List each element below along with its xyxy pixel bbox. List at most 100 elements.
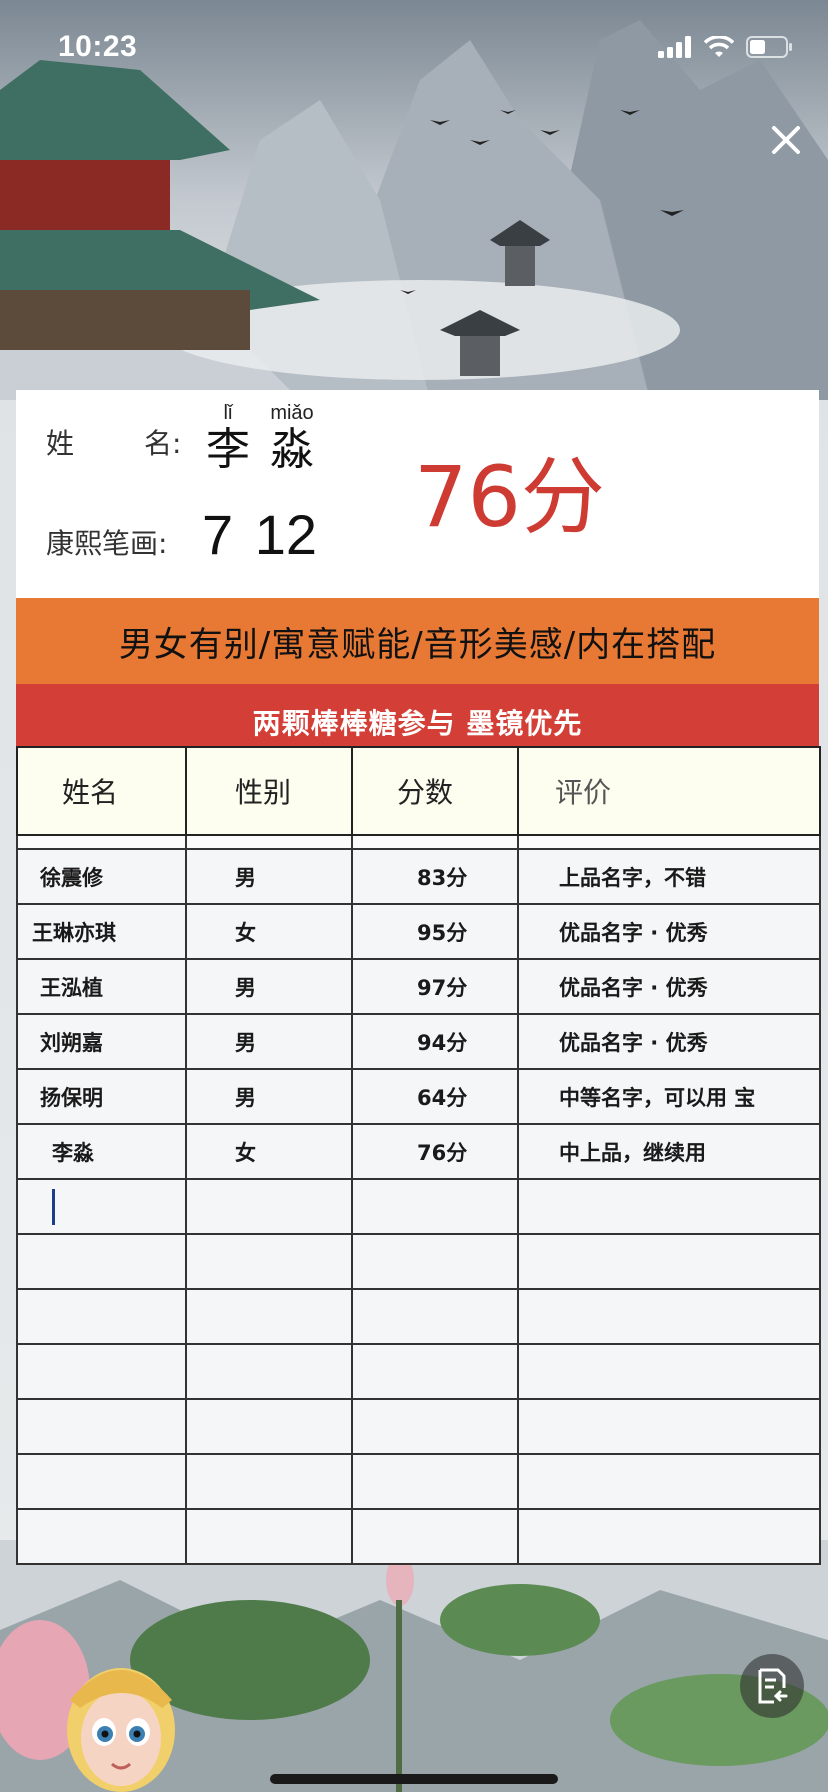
- cell-evaluation[interactable]: [517, 1508, 821, 1565]
- battery-icon: [746, 36, 792, 58]
- cell-evaluation[interactable]: [517, 1343, 821, 1400]
- cell-gender[interactable]: 男: [185, 1013, 353, 1070]
- cell-name[interactable]: 李淼: [16, 1123, 187, 1180]
- cell-gender[interactable]: 女: [185, 903, 353, 960]
- home-indicator[interactable]: [270, 1774, 558, 1784]
- hanzi: 淼: [270, 424, 314, 475]
- cell-name-editing[interactable]: [16, 1178, 187, 1235]
- cell-evaluation[interactable]: 中上品，继续用: [517, 1123, 821, 1180]
- cell-score[interactable]: [351, 1343, 519, 1400]
- header-evaluation: 评价: [517, 746, 821, 836]
- name-label-part1: 姓: [46, 427, 75, 460]
- table-row[interactable]: 王泓植 男 97分 优品名字 · 优秀: [16, 958, 821, 1015]
- table-row[interactable]: 扬保明 男 64分 中等名字，可以用 宝: [16, 1068, 821, 1125]
- table-row[interactable]: [16, 1343, 821, 1400]
- cell-score[interactable]: [351, 1453, 519, 1510]
- cell-score[interactable]: 64分: [351, 1068, 519, 1125]
- cell-name[interactable]: [16, 1453, 187, 1510]
- table-row[interactable]: [16, 1508, 821, 1565]
- cell-name[interactable]: [16, 1288, 187, 1345]
- cell-score[interactable]: [351, 1508, 519, 1565]
- cell-name[interactable]: 王泓植: [16, 958, 187, 1015]
- wifi-icon: [704, 36, 734, 57]
- name-label-part2: 名:: [144, 427, 182, 460]
- header-gender: 性别: [185, 746, 353, 836]
- table-row-editing[interactable]: [16, 1178, 821, 1235]
- status-time: 10:23: [58, 30, 138, 63]
- cell-evaluation[interactable]: 优品名字 · 优秀: [517, 958, 821, 1015]
- signal-icon: [658, 36, 691, 58]
- cell-name[interactable]: [16, 1508, 187, 1565]
- table-row[interactable]: [16, 1233, 821, 1290]
- document-button[interactable]: [740, 1654, 804, 1718]
- cell-evaluation[interactable]: [517, 1398, 821, 1455]
- cell-evaluation[interactable]: [517, 1453, 821, 1510]
- table-header-row: 姓名 性别 分数 评价: [16, 746, 821, 836]
- cell-gender[interactable]: [185, 1343, 353, 1400]
- text-cursor: [52, 1188, 55, 1225]
- cell-evaluation[interactable]: [517, 1288, 821, 1345]
- table-row[interactable]: [16, 1453, 821, 1510]
- cell-evaluation[interactable]: 上品名字，不错: [517, 848, 821, 905]
- cell-score[interactable]: [351, 1288, 519, 1345]
- criteria-banner: 男女有别/寓意赋能/音形美感/内在搭配: [16, 598, 819, 684]
- name-score-table: 姓名 性别 分数 评价 徐震修 男 83分 上品名字，不错 王琳亦琪 女 95分…: [16, 746, 821, 1565]
- name-score-card: 姓 名: lǐ 李 miǎo 淼 康熙笔画: 7 12 76分 男女有别/寓意赋…: [16, 390, 821, 1565]
- table-spacer-row: [16, 834, 821, 850]
- cell-gender[interactable]: [185, 1508, 353, 1565]
- kangxi-strokes-label: 康熙笔画:: [46, 527, 168, 560]
- hanzi: 李: [206, 424, 250, 475]
- name-char: miǎo 淼: [266, 402, 318, 474]
- cell-evaluation[interactable]: 优品名字 · 优秀: [517, 1013, 821, 1070]
- cell-evaluation[interactable]: 中等名字，可以用 宝: [517, 1068, 821, 1125]
- cell-gender[interactable]: [185, 1453, 353, 1510]
- header-name: 姓名: [16, 746, 187, 836]
- cell-score[interactable]: 97分: [351, 958, 519, 1015]
- name-char: lǐ 李: [202, 402, 254, 474]
- cell-gender[interactable]: 男: [185, 1068, 353, 1125]
- cell-score[interactable]: [351, 1178, 519, 1235]
- name-info-section: 姓 名: lǐ 李 miǎo 淼 康熙笔画: 7 12 76分: [16, 390, 819, 598]
- close-icon[interactable]: [766, 120, 806, 160]
- table-row[interactable]: 徐震修 男 83分 上品名字，不错: [16, 848, 821, 905]
- cell-name[interactable]: 徐震修: [16, 848, 187, 905]
- table-row[interactable]: 李淼 女 76分 中上品，继续用: [16, 1123, 821, 1180]
- table-row[interactable]: [16, 1398, 821, 1455]
- name-display: lǐ 李 miǎo 淼: [202, 402, 318, 474]
- cell-score[interactable]: [351, 1233, 519, 1290]
- pinyin: miǎo: [270, 402, 314, 424]
- cell-evaluation[interactable]: [517, 1178, 821, 1235]
- cell-name[interactable]: [16, 1233, 187, 1290]
- cell-score[interactable]: 95分: [351, 903, 519, 960]
- total-score: 76分: [414, 448, 605, 546]
- cell-gender[interactable]: [185, 1178, 353, 1235]
- promo-banner: 两颗棒棒糖参与 墨镜优先: [16, 684, 819, 746]
- pinyin: lǐ: [223, 402, 233, 424]
- status-bar: 10:23: [0, 0, 828, 96]
- cell-evaluation[interactable]: 优品名字 · 优秀: [517, 903, 821, 960]
- cell-score[interactable]: 94分: [351, 1013, 519, 1070]
- cell-score[interactable]: 76分: [351, 1123, 519, 1180]
- document-icon: [758, 1668, 788, 1704]
- avatar[interactable]: [62, 1660, 180, 1792]
- cell-name[interactable]: 刘朔嘉: [16, 1013, 187, 1070]
- cell-name[interactable]: 王琳亦琪: [16, 903, 187, 960]
- table-row[interactable]: 刘朔嘉 男 94分 优品名字 · 优秀: [16, 1013, 821, 1070]
- status-icons: [658, 36, 792, 58]
- kangxi-strokes-value: 7 12: [202, 503, 317, 566]
- cell-gender[interactable]: [185, 1288, 353, 1345]
- cell-score[interactable]: [351, 1398, 519, 1455]
- cell-gender[interactable]: 男: [185, 848, 353, 905]
- cell-gender[interactable]: [185, 1398, 353, 1455]
- table-row[interactable]: [16, 1288, 821, 1345]
- cell-gender[interactable]: [185, 1233, 353, 1290]
- table-row[interactable]: 王琳亦琪 女 95分 优品名字 · 优秀: [16, 903, 821, 960]
- cell-evaluation[interactable]: [517, 1233, 821, 1290]
- cell-score[interactable]: 83分: [351, 848, 519, 905]
- cell-name[interactable]: [16, 1343, 187, 1400]
- header-score: 分数: [351, 746, 519, 836]
- cell-gender[interactable]: 女: [185, 1123, 353, 1180]
- cell-name[interactable]: 扬保明: [16, 1068, 187, 1125]
- cell-gender[interactable]: 男: [185, 958, 353, 1015]
- cell-name[interactable]: [16, 1398, 187, 1455]
